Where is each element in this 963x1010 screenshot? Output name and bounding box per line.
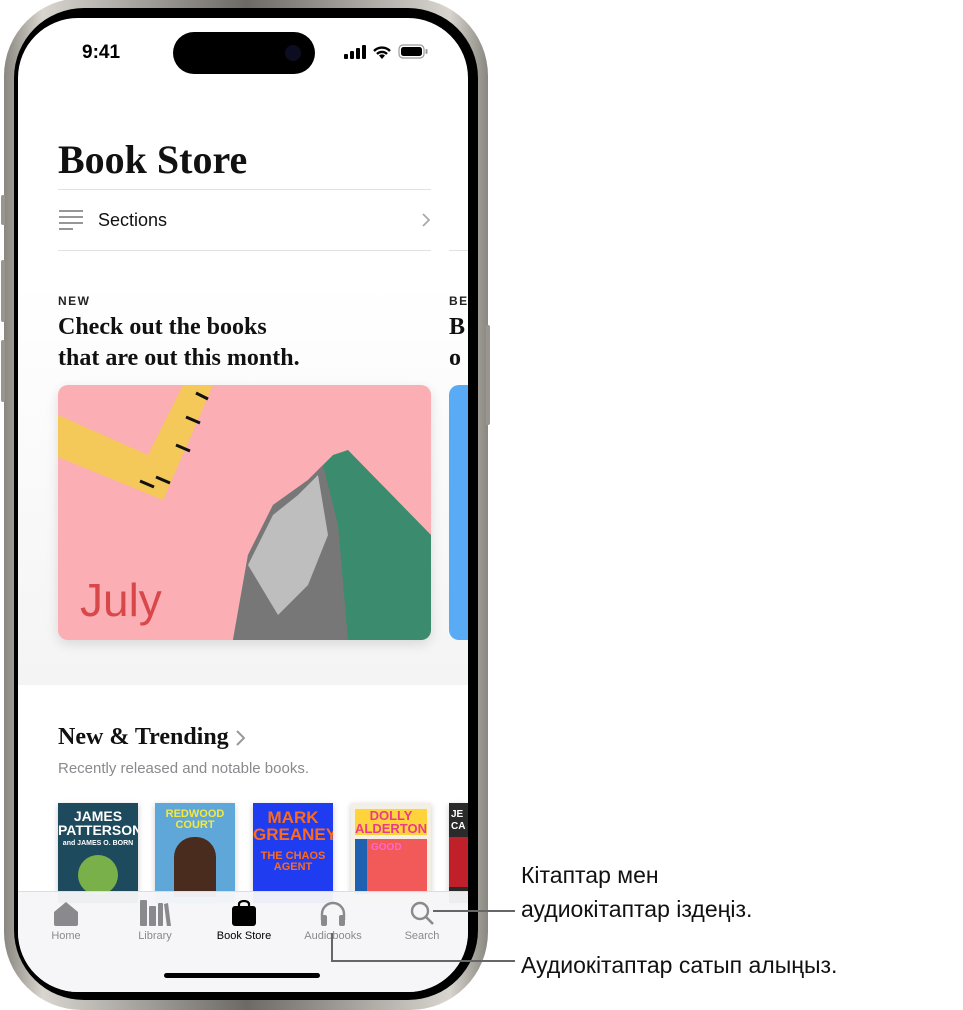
book-subtitle: GOOD (355, 839, 427, 894)
signal-icon (344, 44, 366, 59)
book-cover[interactable]: DOLLY ALDERTON GOOD (351, 803, 431, 903)
sections-label: Sections (98, 209, 168, 230)
headline-line: o (449, 345, 461, 371)
tab-book-store[interactable]: Book Store (199, 900, 289, 942)
callout-line (433, 910, 515, 912)
book-title: JE CA (451, 809, 466, 832)
book-subtitle: THE CHAOS AGENT (260, 850, 326, 873)
book-cover[interactable]: JE CA (449, 803, 468, 903)
callout-line (331, 933, 333, 961)
tab-label: Library (138, 930, 172, 942)
book-subtitle: and JAMES O. BORN (62, 840, 134, 847)
house-icon (54, 902, 78, 926)
next-promo-headline: Bo (449, 312, 465, 374)
battery-icon (398, 44, 428, 59)
bag-icon (232, 900, 256, 926)
home-indicator (164, 973, 320, 978)
status-time: 9:41 (82, 42, 121, 63)
sections-row[interactable]: Sections (58, 190, 431, 250)
search-callout: Кітаптар мен аудиокітаптар іздеңіз. (521, 858, 752, 926)
book-cover[interactable]: REDWOOD COURT (155, 803, 235, 903)
audiobooks-callout: Аудиокітаптар сатып алыңыз. (521, 952, 838, 978)
wifi-icon (373, 45, 391, 59)
books-icon (140, 900, 171, 926)
callout-text: Кітаптар мен (521, 862, 659, 888)
tab-audiobooks[interactable]: Audiobooks (288, 900, 378, 942)
volume-down-button (1, 340, 5, 402)
section-subtitle: Recently released and notable books. (58, 760, 310, 777)
tab-home[interactable]: Home (21, 900, 111, 942)
book-cover[interactable]: MARK GREANEY THE CHAOS AGENT (253, 803, 333, 903)
july-promo-card[interactable]: July (58, 385, 431, 640)
next-promo-card[interactable] (449, 385, 468, 640)
cover-art (174, 837, 216, 897)
new-trending-link[interactable]: New & Trending (58, 724, 245, 751)
section-title: New & Trending (58, 724, 229, 750)
tab-search[interactable]: Search (377, 900, 467, 942)
search-icon (410, 901, 434, 925)
headline-line: that are out this month. (58, 345, 300, 371)
card-text: July (80, 574, 162, 626)
cover-art (449, 837, 468, 887)
promo-headline: Check out the books that are out this mon… (58, 312, 300, 374)
book-title: REDWOOD COURT (165, 808, 225, 831)
headline-line: B (449, 314, 466, 340)
callout-text: аудиокітаптар іздеңіз. (521, 896, 753, 922)
book-title: MARK GREANEY (253, 808, 333, 844)
dynamic-island (173, 32, 315, 74)
book-title: DOLLY ALDERTON (355, 808, 427, 836)
headline-line: Check out the books (58, 314, 267, 340)
headphones-icon (320, 901, 346, 926)
tab-library[interactable]: Library (110, 900, 200, 942)
divider (58, 250, 431, 251)
callout-line (331, 960, 515, 962)
side-button (486, 325, 490, 425)
divider (449, 250, 468, 251)
book-title: JAMES PATTERSON (58, 808, 138, 838)
chevron-right-icon (422, 213, 431, 227)
status-icons (344, 44, 428, 59)
page-title: Book Store (58, 137, 248, 182)
camera-icon (285, 45, 301, 61)
tab-label: Home (51, 930, 81, 942)
screen: 9:41 Book Store Sections NEW Check out t… (18, 18, 468, 992)
tab-label: Audiobooks (304, 930, 362, 942)
tab-label: Search (404, 930, 440, 942)
list-icon (59, 210, 83, 230)
cover-art (78, 855, 118, 895)
volume-up-button (1, 260, 5, 322)
next-promo-eyebrow: BE (449, 294, 468, 308)
promo-eyebrow: NEW (58, 294, 91, 308)
book-cover[interactable]: JAMES PATTERSON and JAMES O. BORN (58, 803, 138, 903)
action-button (1, 195, 5, 225)
chevron-right-icon (235, 729, 245, 746)
tab-label: Book Store (216, 930, 272, 942)
